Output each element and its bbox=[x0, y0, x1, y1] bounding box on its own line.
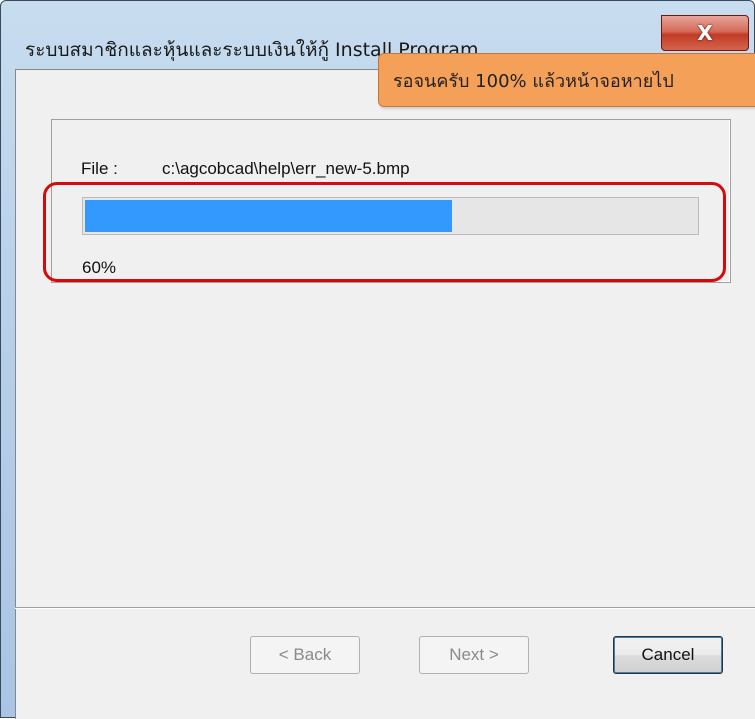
next-button[interactable]: Next > bbox=[419, 636, 529, 674]
close-icon: X bbox=[697, 21, 713, 45]
file-label: File : bbox=[81, 159, 118, 178]
close-button[interactable]: X bbox=[661, 15, 749, 51]
progress-highlight-annotation bbox=[43, 182, 726, 282]
installer-window: ระบบสมาชิกและหุ้นและระบบเงินให้กู้ Insta… bbox=[0, 0, 755, 719]
back-button[interactable]: < Back bbox=[250, 636, 360, 674]
cancel-button[interactable]: Cancel bbox=[613, 636, 723, 674]
button-separator bbox=[15, 607, 755, 609]
current-file-path: c:\agcobcad\help\err_new-5.bmp bbox=[162, 159, 410, 178]
instruction-callout-text: รอจนครับ 100% แล้วหน้าจอหายไป bbox=[393, 70, 674, 92]
instruction-callout: รอจนครับ 100% แล้วหน้าจอหายไป bbox=[378, 53, 755, 107]
